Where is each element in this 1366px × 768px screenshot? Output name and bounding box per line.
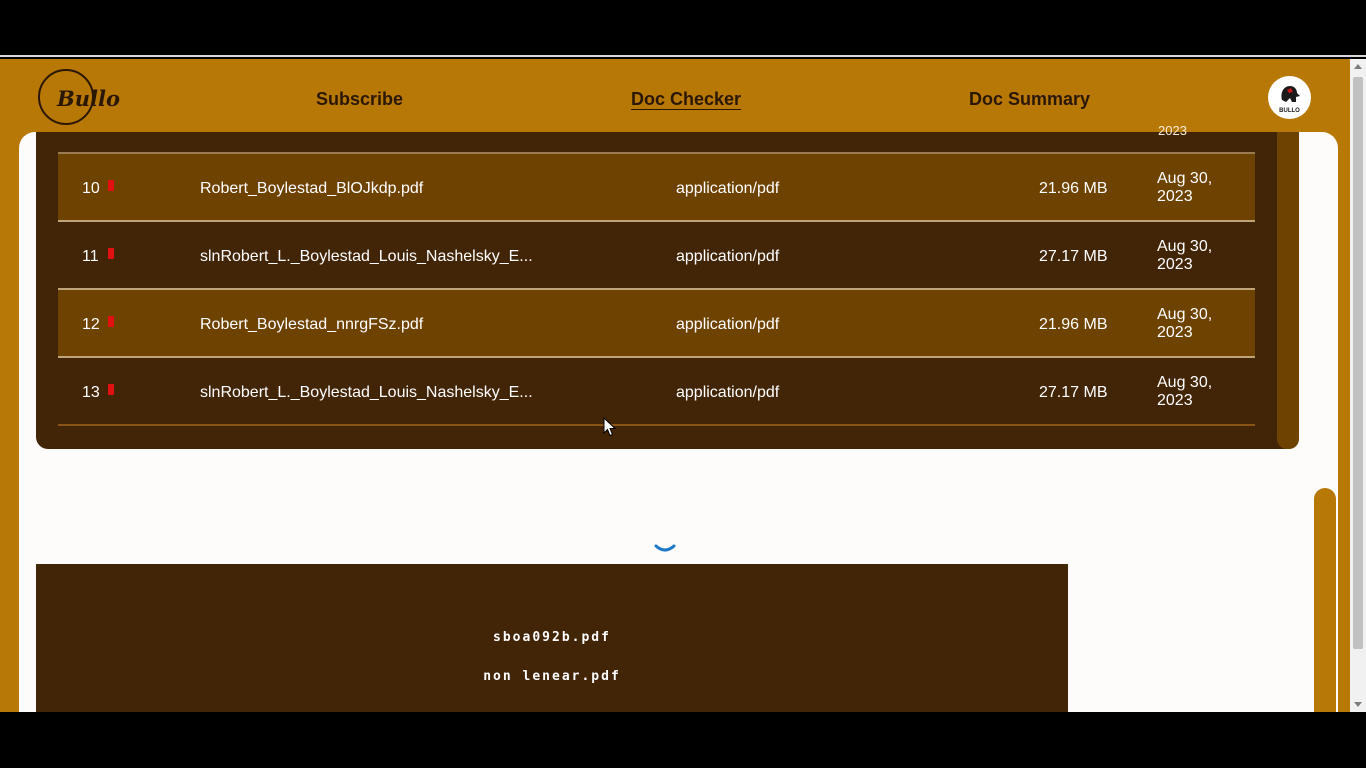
clipped-date: 2023 (1158, 123, 1187, 138)
file-size: 27.17 MB (1039, 248, 1108, 265)
table-row[interactable]: 13 slnRobert_L._Boylestad_Louis_Nashelsk… (58, 358, 1255, 426)
row-number: 12 (82, 316, 100, 333)
site-header: Bullo Subscribe Doc Checker Doc Summary … (0, 59, 1350, 132)
scroll-up-icon[interactable] (1354, 64, 1362, 69)
mouse-pointer-icon (603, 417, 616, 437)
red-flag-icon (108, 180, 114, 191)
content-scrollbar[interactable] (1314, 488, 1336, 712)
file-item[interactable]: sboa092b.pdf (36, 630, 1068, 645)
file-name[interactable]: Robert_Boylestad_nnrgFSz.pdf (200, 316, 423, 334)
file-size: 21.96 MB (1039, 316, 1108, 333)
red-flag-icon (108, 316, 114, 327)
file-name[interactable]: slnRobert_L._Boylestad_Louis_Nashelsky_E… (200, 248, 533, 266)
file-type: application/pdf (676, 248, 780, 265)
scroll-thumb[interactable] (1353, 77, 1363, 649)
row-number: 11 (82, 248, 99, 265)
file-name[interactable]: Robert_Boylestad_BlOJkdp.pdf (200, 180, 423, 198)
table-row[interactable]: 10 Robert_Boylestad_BlOJkdp.pdf applicat… (58, 154, 1255, 222)
content-area: 2023 10 Robert_Boylestad_BlOJkdp.pdf app… (19, 123, 1338, 712)
nav-doc-summary[interactable]: Doc Summary (969, 89, 1090, 110)
table-scrollbar[interactable] (1277, 132, 1299, 449)
screen: Bullo Subscribe Doc Checker Doc Summary … (0, 0, 1366, 768)
upload-date: Aug 30, 2023 (1157, 374, 1213, 409)
file-size: 27.17 MB (1039, 384, 1108, 401)
spinner-icon (654, 544, 676, 552)
documents-table: 2023 10 Robert_Boylestad_BlOJkdp.pdf app… (36, 123, 1299, 449)
logo[interactable]: Bullo (38, 69, 120, 125)
row-number: 10 (82, 180, 100, 197)
bull-logo-icon: BULLO (1279, 86, 1300, 114)
upload-date: Aug 30, 2023 (1157, 170, 1213, 205)
row-number: 13 (82, 384, 100, 401)
logo-text: Bullo (57, 86, 120, 111)
top-bar (0, 0, 1366, 57)
avatar[interactable]: BULLO (1268, 76, 1311, 119)
file-item[interactable]: non lenear.pdf (36, 669, 1068, 684)
upload-date: Aug 30, 2023 (1157, 306, 1213, 341)
scroll-down-icon[interactable] (1354, 702, 1362, 707)
browser-scrollbar[interactable] (1350, 59, 1366, 712)
table-row[interactable]: 12 Robert_Boylestad_nnrgFSz.pdf applicat… (58, 290, 1255, 358)
bottom-bar (0, 712, 1366, 768)
red-flag-icon (108, 248, 114, 259)
file-list-panel: sboa092b.pdf non lenear.pdf (36, 564, 1068, 712)
file-size: 21.96 MB (1039, 180, 1108, 197)
browser-viewport: Bullo Subscribe Doc Checker Doc Summary … (0, 59, 1366, 712)
file-name[interactable]: slnRobert_L._Boylestad_Louis_Nashelsky_E… (200, 384, 533, 402)
nav-doc-checker[interactable]: Doc Checker (631, 89, 741, 110)
nav-subscribe[interactable]: Subscribe (316, 89, 403, 110)
red-flag-icon (108, 384, 114, 395)
file-type: application/pdf (676, 384, 780, 401)
file-type: application/pdf (676, 316, 780, 333)
table-row[interactable]: 11 slnRobert_L._Boylestad_Louis_Nashelsk… (58, 222, 1255, 290)
upload-date: Aug 30, 2023 (1157, 238, 1213, 273)
file-type: application/pdf (676, 180, 780, 197)
svg-text:BULLO: BULLO (1279, 108, 1300, 114)
